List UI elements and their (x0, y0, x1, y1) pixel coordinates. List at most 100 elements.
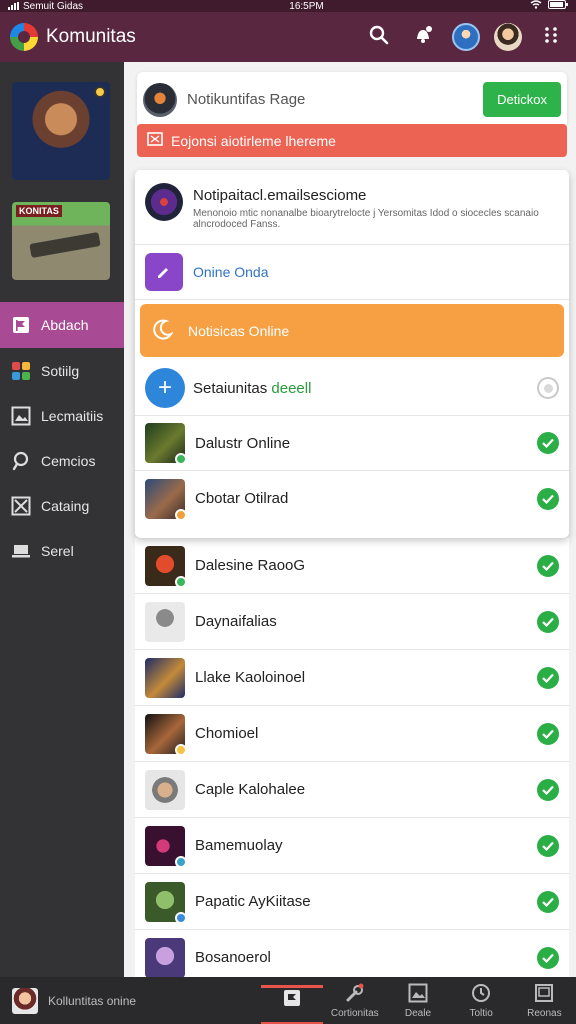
notification-panel: Notipaitacl.emailsesciome Menonoio mtic … (135, 170, 569, 538)
status-bar: Semuit Gidas 16:5PM (0, 0, 576, 12)
promo-tag: KONITAS (16, 205, 62, 217)
tab-label: Cortionitas (330, 1007, 379, 1019)
bell-button[interactable] (408, 22, 438, 52)
promo-card-character[interactable] (12, 82, 110, 180)
bottom-user[interactable]: Kolluntitas onine (0, 987, 260, 1014)
panel-row-label: Cbotar Otilrad (195, 490, 289, 507)
app-logo (10, 23, 38, 51)
tab-toltio[interactable]: Toltio (450, 983, 512, 1019)
battery-icon (548, 0, 568, 12)
window-icon (534, 983, 554, 1006)
panel-avatar (145, 183, 183, 221)
tab-deale[interactable]: Deale (387, 983, 449, 1019)
signal-icon (8, 2, 19, 10)
tab-reonas[interactable]: Reonas (513, 983, 575, 1019)
profile-avatar-blue[interactable] (452, 23, 480, 51)
app-title: Komunitas (46, 26, 136, 47)
list-item[interactable]: Bosanoerol (135, 930, 569, 977)
notification-action-button[interactable]: Detickox (483, 82, 561, 117)
profile-avatar[interactable] (494, 23, 522, 51)
sidebar-item-label: Serel (41, 542, 74, 559)
panel-row-add[interactable]: + Setaiunitas deeell (135, 361, 569, 416)
sidebar-item-cataing[interactable]: Cataing (0, 483, 124, 528)
list-item[interactable]: Bamemuolay (135, 818, 569, 874)
online-dot (175, 508, 187, 521)
online-dot (175, 911, 187, 924)
weapon-image (29, 232, 101, 258)
game-thumbnail (145, 713, 187, 756)
panel-row-cbotar[interactable]: Cbotar Otilrad (135, 471, 569, 526)
radio-toggle[interactable] (537, 377, 559, 399)
notification-avatar (143, 82, 177, 117)
add-button[interactable]: + (145, 368, 185, 408)
image-box-icon (10, 405, 31, 426)
more-options-button[interactable] (536, 22, 566, 52)
list-item[interactable]: Daynaifalias (135, 594, 569, 650)
panel-row-dalustr[interactable]: Dalustr Online (135, 416, 569, 471)
panel-row-label: Dalustr Online (195, 434, 291, 452)
app-bar: Komunitas (0, 12, 576, 62)
list-item[interactable]: Chomioel (135, 706, 569, 762)
user-avatar (12, 987, 38, 1014)
grid-dots-icon (544, 26, 558, 49)
highlight-label: Notisicas Online (188, 322, 290, 339)
clock: 16:5PM (289, 0, 324, 12)
list-item[interactable]: Caple Kalohalee (135, 762, 569, 818)
app-grid-icon (10, 360, 31, 381)
sidebar-item-label: Abdach (41, 317, 89, 333)
check-icon (537, 432, 559, 454)
flag-icon (282, 988, 302, 1011)
promo-card-soldier[interactable]: KONITAS (12, 202, 110, 280)
game-thumbnail (145, 601, 185, 642)
tab-label: Deale (404, 1007, 432, 1019)
sidebar-item-sotiilg[interactable]: Sotiilg (0, 348, 124, 393)
tab-home[interactable] (260, 985, 323, 1024)
image-box-icon (408, 983, 428, 1006)
list-item[interactable]: Llake Kaoloinoel (135, 650, 569, 706)
panel-header: Notipaitacl.emailsesciome Menonoio mtic … (135, 170, 569, 245)
list-item[interactable]: Dalesine RaooG (135, 538, 569, 594)
tab-label: Reonas (527, 1007, 562, 1019)
alert-text: Eojonsi aiotirleme lhereme (171, 132, 336, 149)
check-icon (537, 610, 559, 633)
crossed-box-icon (10, 495, 31, 516)
notification-header: Notikuntifas Rage Detickox (137, 72, 567, 127)
carrier-name: Semuit Gidas (23, 0, 84, 12)
check-icon (537, 487, 559, 510)
main-content: Notikuntifas Rage Detickox Eojonsi aioti… (124, 62, 576, 977)
panel-row-label: Setaiunitas deeell (193, 380, 537, 397)
check-icon (537, 666, 559, 689)
sidebar-item-cemcios[interactable]: Cemcios (0, 438, 124, 483)
list-item-label: Bosanoerol (195, 949, 271, 966)
badge-dot (94, 86, 106, 98)
panel-row-online[interactable]: Onine Onda (135, 245, 569, 300)
notifications-online-highlight[interactable]: Notisicas Online (140, 304, 564, 357)
check-icon (537, 946, 559, 969)
sidebar-item-abdach[interactable]: Abdach (0, 302, 124, 348)
sidebar: KONITAS Abdach Sotiilg Lecmaitiis Cemcio… (0, 62, 124, 977)
sidebar-item-serel[interactable]: Serel (0, 528, 124, 573)
online-dot (175, 575, 187, 588)
online-dot (175, 855, 187, 868)
game-thumbnail (145, 545, 187, 588)
list-item[interactable]: Papatic AyKiitase (135, 874, 569, 930)
search-button[interactable] (364, 22, 394, 52)
add-row-label-green: deeell (271, 379, 312, 397)
pin-icon (10, 450, 31, 471)
plus-icon: + (157, 374, 172, 401)
panel-title: Notipaitacl.emailsesciome (193, 187, 367, 204)
alert-banner[interactable]: Eojonsi aiotirleme lhereme (137, 124, 567, 157)
sidebar-item-label: Cemcios (41, 452, 96, 469)
game-thumbnail (145, 657, 185, 698)
tab-label: Toltio (469, 1007, 493, 1019)
sidebar-item-label: Cataing (41, 497, 90, 514)
online-dot (175, 453, 187, 465)
game-list: Dalesine RaooG Daynaifalias Llake Kaoloi… (135, 538, 569, 977)
sidebar-item-lecmaitiis[interactable]: Lecmaitiis (0, 393, 124, 438)
wifi-icon (530, 0, 542, 12)
bottom-bar: Kolluntitas onine Cortionitas Deale Tolt… (0, 977, 576, 1024)
game-thumbnail (145, 825, 187, 868)
list-item-label: Bamemuolay (195, 837, 283, 854)
edit-icon (145, 253, 183, 291)
tab-cortionitas[interactable]: Cortionitas (324, 983, 386, 1019)
